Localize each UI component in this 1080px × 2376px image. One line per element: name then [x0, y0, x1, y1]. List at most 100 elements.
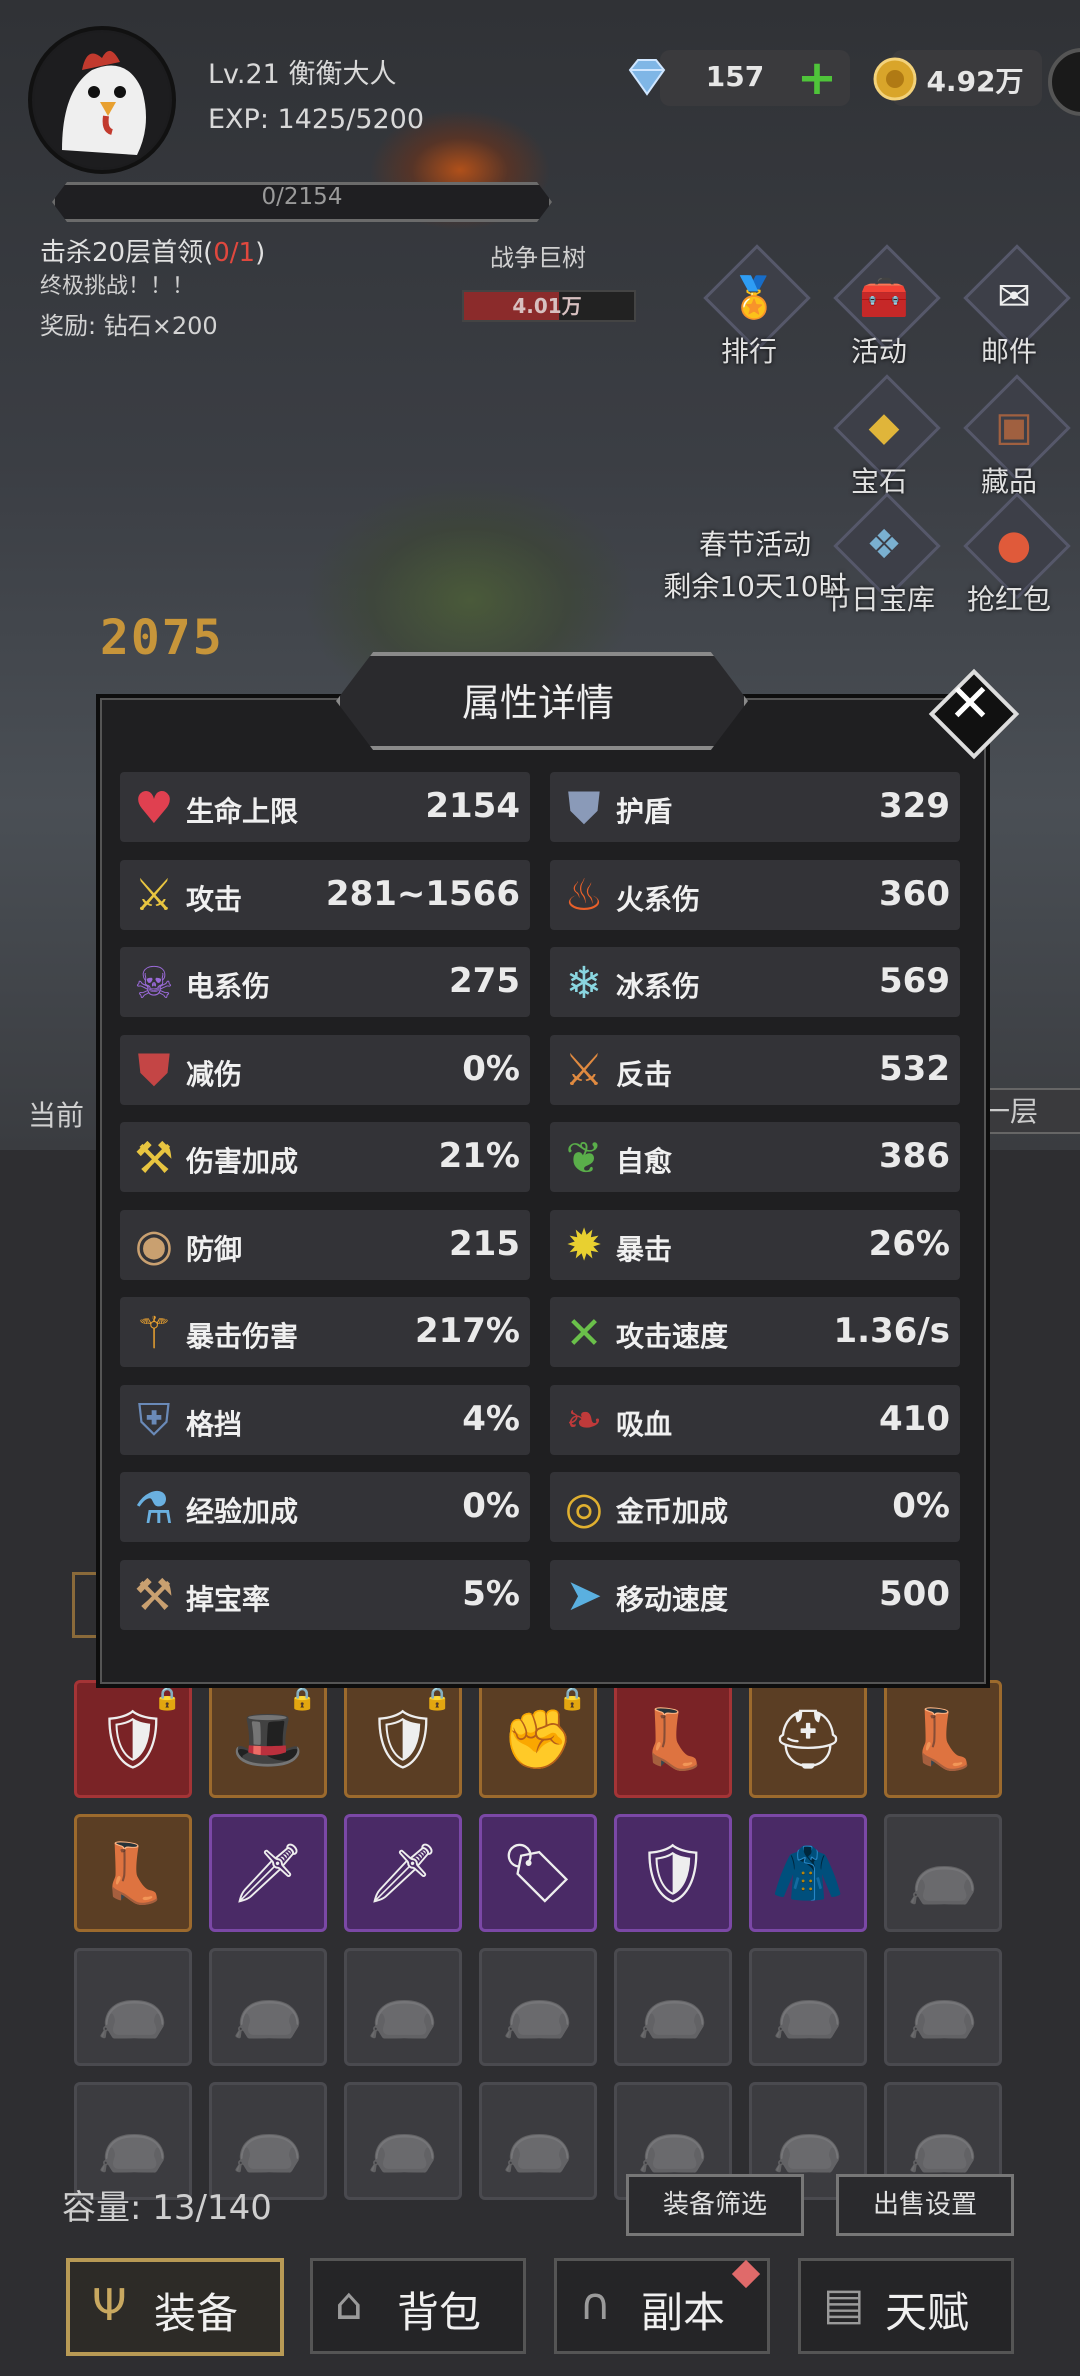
inventory-slot[interactable]: ⛑ [749, 1680, 867, 1798]
tab-talent-label: 天赋 [885, 2288, 970, 2337]
stat-row: ⚒ 掉宝率 5% [120, 1559, 530, 1630]
inventory-slot[interactable]: 👝 [479, 1948, 597, 2066]
tab-backpack[interactable]: ⌂ 背包 [310, 2258, 526, 2354]
stat-name: 冰系伤 [616, 970, 701, 1003]
lightning-skull-icon: ☠ [134, 957, 174, 1009]
red-packet-icon: ● [996, 522, 1032, 568]
inventory-grid: 🛡 🔒 🎩 🔒 🛡 🔒 ✊ 🔒 👢 ⛑ 👢 👢 🗡 🗡 🏷 🛡 🧥 👝 👝 👝 👝 👝 👝 👝 👝 👝 👝 👝 👝 👝 👝 👝 [74, 1680, 1014, 2200]
inventory-slot[interactable]: 👝 [749, 1948, 867, 2066]
add-diamond-button[interactable]: + [792, 54, 842, 104]
quest-title[interactable]: 击杀20层首领(0/1) [40, 232, 265, 269]
gold-coin-icon: ◎ [564, 1482, 604, 1534]
red-packet-button[interactable]: ● 抢红包 [954, 492, 1071, 616]
gem-label: 宝石 [850, 465, 907, 498]
equipment-filter-button[interactable]: 装备筛选 [626, 2174, 804, 2236]
collection-button[interactable]: ▣ 藏品 [954, 374, 1071, 498]
diamond-value: 157 [705, 60, 765, 93]
stat-value: 532 [879, 1048, 950, 1089]
stat-row: ➤ 移动速度 500 [550, 1559, 960, 1630]
avatar[interactable] [28, 26, 176, 174]
stat-row: ⚚ 暴击伤害 217% [120, 1297, 530, 1367]
ranking-button[interactable]: 🏅 排行 [694, 244, 811, 368]
stat-value: 500 [879, 1573, 950, 1614]
bag-icon: 👝 [906, 1838, 980, 1907]
heart-icon: ♥ [134, 782, 174, 834]
stat-value: 1.36/s [833, 1311, 950, 1351]
stat-row: ◉ 防御 215 [120, 1209, 530, 1280]
tab-talent[interactable]: ▤ 天赋 [798, 2258, 1014, 2354]
bag-icon: 👝 [906, 1972, 980, 2041]
gem-button[interactable]: ◆ 宝石 [824, 374, 941, 498]
stat-row: ☠ 电系伤 275 [120, 947, 530, 1017]
tab-equipment[interactable]: Ψ 装备 [66, 2258, 284, 2356]
stat-row: ⛨ 格挡 4% [120, 1384, 530, 1455]
stat-name: 攻击速度 [616, 1320, 729, 1353]
quest-description: 终极挑战！！！ [40, 274, 195, 299]
leaf-icon: ❦ [565, 1132, 603, 1184]
cards-icon: ▤ [823, 2279, 865, 2330]
inventory-slot[interactable]: 👝 [344, 1948, 462, 2066]
inventory-slot[interactable]: 🛡 🔒 [344, 1680, 462, 1798]
boot-speed-icon: ➤ [565, 1570, 603, 1621]
armor-icon: 🛡 [636, 1838, 710, 1907]
inventory-slot[interactable]: 👢 [74, 1814, 192, 1932]
inventory-slot[interactable]: 🗡 [209, 1814, 327, 1932]
next-floor-button[interactable]: 一层 [980, 1088, 1080, 1134]
stat-value: 2154 [425, 786, 520, 826]
stat-name: 自愈 [616, 1145, 673, 1178]
player-level-name: Lv.21 衡衡大人 [208, 59, 397, 90]
sword-icon: ⚔ [134, 870, 174, 921]
bag-icon: 👝 [366, 2106, 440, 2175]
inventory-slot[interactable]: 🛡 [614, 1814, 732, 1932]
jacket-icon: 🧥 [771, 1838, 845, 1907]
stat-row: ⛊ 护盾 329 [550, 772, 960, 842]
boot-icon: 👢 [636, 1704, 710, 1773]
lock-icon: 🔒 [423, 1687, 451, 1712]
inventory-slot[interactable]: 🧥 [749, 1814, 867, 1932]
chicken-avatar-icon [34, 32, 170, 168]
stat-name: 经验加成 [186, 1495, 299, 1528]
event-banner[interactable]: 春节活动 剩余10天10时 [580, 524, 930, 608]
stat-row: ❄ 冰系伤 569 [550, 947, 960, 1017]
inventory-slot[interactable]: 👢 [884, 1680, 1002, 1798]
inventory-slot[interactable]: 🏷 [479, 1814, 597, 1932]
inventory-slot[interactable]: 👝 [479, 2082, 597, 2200]
stat-value: 410 [879, 1398, 950, 1439]
inventory-slot[interactable]: 🛡 🔒 [74, 1680, 192, 1798]
backpack-icon: ⌂ [335, 2279, 363, 2330]
inventory-slot[interactable]: 👝 [884, 1948, 1002, 2066]
stat-name: 生命上限 [186, 795, 299, 828]
inventory-slot[interactable]: 🎩 🔒 [209, 1680, 327, 1798]
inventory-slot[interactable]: ✊ 🔒 [479, 1680, 597, 1798]
mail-button[interactable]: ✉ 邮件 [954, 244, 1071, 368]
stats-grid: ♥ 生命上限 2154 ⚔ 攻击 281~1566 ☠ 电系伤 275 ⛊ 减伤 0% ⚒ 伤害加成 21%… [120, 772, 960, 1642]
boot-icon: 👢 [96, 1838, 170, 1907]
bag-icon: 👝 [501, 2106, 575, 2175]
stat-row: ♥ 生命上限 2154 [120, 772, 530, 842]
inventory-slot[interactable]: 🗡 [344, 1814, 462, 1932]
sell-settings-button[interactable]: 出售设置 [836, 2174, 1014, 2236]
inventory-slot[interactable]: 👝 [884, 1814, 1002, 1932]
fire-icon: ♨ [564, 870, 604, 921]
crit-burst-icon: ✹ [565, 1220, 603, 1271]
inventory-slot[interactable]: 👝 [74, 1948, 192, 2066]
activity-button[interactable]: 🧰 活动 [824, 244, 941, 368]
treasure-chest-icon: ▣ [995, 404, 1033, 450]
stat-name: 格挡 [186, 1407, 243, 1441]
inventory-slot[interactable]: 👝 [209, 1948, 327, 2066]
inventory-slot[interactable]: 👝 [344, 2082, 462, 2200]
lock-icon: 🔒 [153, 1687, 181, 1712]
event-remaining: 剩余10天10时 [663, 570, 847, 603]
inventory-slot[interactable]: 👢 [614, 1680, 732, 1798]
stat-value: 4% [462, 1398, 520, 1439]
stat-row: ⚒ 伤害加成 21% [120, 1122, 530, 1192]
stat-name: 暴击 [616, 1232, 673, 1266]
stat-value: 281~1566 [325, 873, 520, 914]
next-floor-label: 一层 [982, 1095, 1039, 1128]
bag-icon: 👝 [501, 1972, 575, 2041]
stat-row: ✕ 攻击速度 1.36/s [550, 1297, 960, 1367]
inventory-slot[interactable]: 👝 [614, 1948, 732, 2066]
exp-potion-icon: ⚗ [134, 1482, 174, 1534]
close-button[interactable]: ✕ [928, 668, 1020, 760]
quest-reward: 奖励: 钻石×200 [40, 312, 218, 340]
